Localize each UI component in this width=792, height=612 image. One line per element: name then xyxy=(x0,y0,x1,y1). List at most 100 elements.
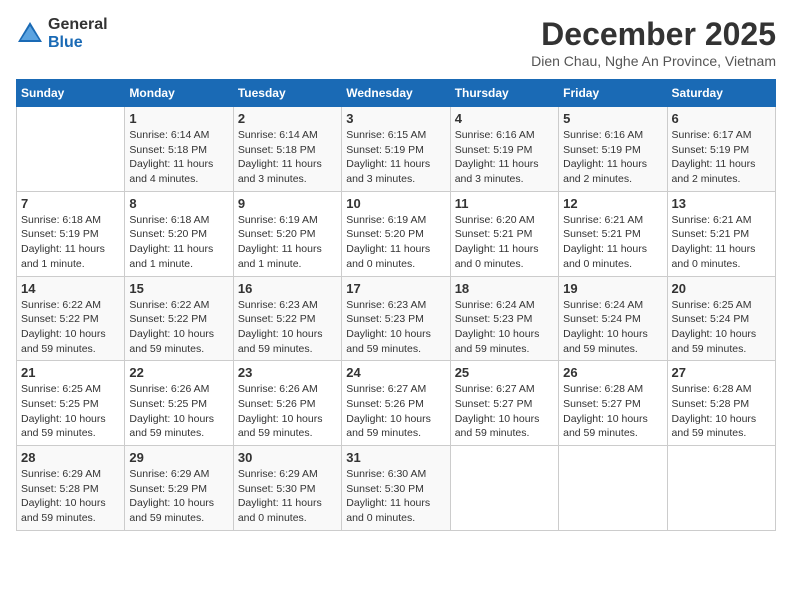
day-number: 14 xyxy=(21,281,120,296)
calendar-day-cell xyxy=(450,446,558,531)
day-info: Sunrise: 6:17 AMSunset: 5:19 PMDaylight:… xyxy=(672,128,771,187)
month-title: December 2025 xyxy=(531,16,776,53)
day-info: Sunrise: 6:18 AMSunset: 5:20 PMDaylight:… xyxy=(129,213,228,272)
day-info: Sunrise: 6:29 AMSunset: 5:29 PMDaylight:… xyxy=(129,467,228,526)
day-number: 10 xyxy=(346,196,445,211)
day-number: 20 xyxy=(672,281,771,296)
day-number: 24 xyxy=(346,365,445,380)
calendar-week-row: 7 Sunrise: 6:18 AMSunset: 5:19 PMDaylight… xyxy=(17,191,776,276)
day-number: 5 xyxy=(563,111,662,126)
day-info: Sunrise: 6:16 AMSunset: 5:19 PMDaylight:… xyxy=(563,128,662,187)
logo-blue-label: Blue xyxy=(48,34,108,52)
day-info: Sunrise: 6:26 AMSunset: 5:25 PMDaylight:… xyxy=(129,382,228,441)
calendar-week-row: 28 Sunrise: 6:29 AMSunset: 5:28 PMDayligh… xyxy=(17,446,776,531)
calendar-day-cell: 16 Sunrise: 6:23 AMSunset: 5:22 PMDayligh… xyxy=(233,276,341,361)
day-number: 15 xyxy=(129,281,228,296)
calendar-header-row: SundayMondayTuesdayWednesdayThursdayFrid… xyxy=(17,80,776,107)
page-header: General Blue December 2025 Dien Chau, Ng… xyxy=(16,16,776,69)
calendar-day-cell: 19 Sunrise: 6:24 AMSunset: 5:24 PMDayligh… xyxy=(559,276,667,361)
day-info: Sunrise: 6:28 AMSunset: 5:28 PMDaylight:… xyxy=(672,382,771,441)
day-number: 7 xyxy=(21,196,120,211)
logo-text: General Blue xyxy=(48,16,108,51)
day-info: Sunrise: 6:15 AMSunset: 5:19 PMDaylight:… xyxy=(346,128,445,187)
day-number: 23 xyxy=(238,365,337,380)
calendar-day-cell: 27Sunrise: 6:28 AMSunset: 5:28 PMDayligh… xyxy=(667,361,775,446)
day-info: Sunrise: 6:16 AMSunset: 5:19 PMDaylight:… xyxy=(455,128,554,187)
calendar-week-row: 14 Sunrise: 6:22 AMSunset: 5:22 PMDayligh… xyxy=(17,276,776,361)
calendar-day-cell xyxy=(17,107,125,192)
calendar-day-cell: 30 Sunrise: 6:29 AMSunset: 5:30 PMDayligh… xyxy=(233,446,341,531)
logo: General Blue xyxy=(16,16,108,51)
calendar-day-cell: 5 Sunrise: 6:16 AMSunset: 5:19 PMDaylight… xyxy=(559,107,667,192)
day-number: 29 xyxy=(129,450,228,465)
calendar-day-cell: 21Sunrise: 6:25 AMSunset: 5:25 PMDayligh… xyxy=(17,361,125,446)
logo-icon xyxy=(16,20,44,48)
calendar-day-cell: 7 Sunrise: 6:18 AMSunset: 5:19 PMDaylight… xyxy=(17,191,125,276)
calendar-day-cell: 3Sunrise: 6:15 AMSunset: 5:19 PMDaylight… xyxy=(342,107,450,192)
day-info: Sunrise: 6:24 AMSunset: 5:24 PMDaylight:… xyxy=(563,298,662,357)
calendar-day-cell: 26 Sunrise: 6:28 AMSunset: 5:27 PMDayligh… xyxy=(559,361,667,446)
day-number: 28 xyxy=(21,450,120,465)
day-info: Sunrise: 6:25 AMSunset: 5:25 PMDaylight:… xyxy=(21,382,120,441)
day-info: Sunrise: 6:22 AMSunset: 5:22 PMDaylight:… xyxy=(21,298,120,357)
day-info: Sunrise: 6:29 AMSunset: 5:28 PMDaylight:… xyxy=(21,467,120,526)
calendar-day-cell: 17Sunrise: 6:23 AMSunset: 5:23 PMDayligh… xyxy=(342,276,450,361)
calendar-day-cell xyxy=(667,446,775,531)
day-number: 1 xyxy=(129,111,228,126)
calendar-week-row: 1 Sunrise: 6:14 AMSunset: 5:18 PMDaylight… xyxy=(17,107,776,192)
day-number: 9 xyxy=(238,196,337,211)
weekday-header: Friday xyxy=(559,80,667,107)
day-number: 4 xyxy=(455,111,554,126)
day-number: 8 xyxy=(129,196,228,211)
title-section: December 2025 Dien Chau, Nghe An Provinc… xyxy=(531,16,776,69)
weekday-header: Sunday xyxy=(17,80,125,107)
day-info: Sunrise: 6:29 AMSunset: 5:30 PMDaylight:… xyxy=(238,467,337,526)
day-number: 16 xyxy=(238,281,337,296)
day-number: 25 xyxy=(455,365,554,380)
day-info: Sunrise: 6:22 AMSunset: 5:22 PMDaylight:… xyxy=(129,298,228,357)
calendar-day-cell: 8 Sunrise: 6:18 AMSunset: 5:20 PMDaylight… xyxy=(125,191,233,276)
calendar-day-cell: 29 Sunrise: 6:29 AMSunset: 5:29 PMDayligh… xyxy=(125,446,233,531)
day-info: Sunrise: 6:20 AMSunset: 5:21 PMDaylight:… xyxy=(455,213,554,272)
day-info: Sunrise: 6:30 AMSunset: 5:30 PMDaylight:… xyxy=(346,467,445,526)
day-number: 31 xyxy=(346,450,445,465)
day-number: 19 xyxy=(563,281,662,296)
day-number: 22 xyxy=(129,365,228,380)
day-info: Sunrise: 6:21 AMSunset: 5:21 PMDaylight:… xyxy=(563,213,662,272)
calendar-day-cell: 2Sunrise: 6:14 AMSunset: 5:18 PMDaylight… xyxy=(233,107,341,192)
day-number: 2 xyxy=(238,111,337,126)
calendar-day-cell xyxy=(559,446,667,531)
logo-general-label: General xyxy=(48,16,108,34)
calendar-day-cell: 18 Sunrise: 6:24 AMSunset: 5:23 PMDayligh… xyxy=(450,276,558,361)
day-info: Sunrise: 6:21 AMSunset: 5:21 PMDaylight:… xyxy=(672,213,771,272)
day-info: Sunrise: 6:24 AMSunset: 5:23 PMDaylight:… xyxy=(455,298,554,357)
calendar-day-cell: 12 Sunrise: 6:21 AMSunset: 5:21 PMDayligh… xyxy=(559,191,667,276)
calendar-day-cell: 20Sunrise: 6:25 AMSunset: 5:24 PMDayligh… xyxy=(667,276,775,361)
calendar-day-cell: 4 Sunrise: 6:16 AMSunset: 5:19 PMDaylight… xyxy=(450,107,558,192)
day-info: Sunrise: 6:28 AMSunset: 5:27 PMDaylight:… xyxy=(563,382,662,441)
calendar-day-cell: 28 Sunrise: 6:29 AMSunset: 5:28 PMDayligh… xyxy=(17,446,125,531)
calendar-table: SundayMondayTuesdayWednesdayThursdayFrid… xyxy=(16,79,776,531)
day-number: 11 xyxy=(455,196,554,211)
weekday-header: Monday xyxy=(125,80,233,107)
calendar-day-cell: 24 Sunrise: 6:27 AMSunset: 5:26 PMDayligh… xyxy=(342,361,450,446)
day-info: Sunrise: 6:14 AMSunset: 5:18 PMDaylight:… xyxy=(129,128,228,187)
day-info: Sunrise: 6:19 AMSunset: 5:20 PMDaylight:… xyxy=(346,213,445,272)
day-number: 26 xyxy=(563,365,662,380)
location-label: Dien Chau, Nghe An Province, Vietnam xyxy=(531,53,776,69)
day-info: Sunrise: 6:19 AMSunset: 5:20 PMDaylight:… xyxy=(238,213,337,272)
day-number: 30 xyxy=(238,450,337,465)
weekday-header: Thursday xyxy=(450,80,558,107)
day-info: Sunrise: 6:26 AMSunset: 5:26 PMDaylight:… xyxy=(238,382,337,441)
day-number: 12 xyxy=(563,196,662,211)
day-info: Sunrise: 6:18 AMSunset: 5:19 PMDaylight:… xyxy=(21,213,120,272)
day-info: Sunrise: 6:23 AMSunset: 5:22 PMDaylight:… xyxy=(238,298,337,357)
day-info: Sunrise: 6:27 AMSunset: 5:26 PMDaylight:… xyxy=(346,382,445,441)
day-number: 6 xyxy=(672,111,771,126)
weekday-header: Tuesday xyxy=(233,80,341,107)
calendar-day-cell: 9 Sunrise: 6:19 AMSunset: 5:20 PMDaylight… xyxy=(233,191,341,276)
calendar-day-cell: 11 Sunrise: 6:20 AMSunset: 5:21 PMDayligh… xyxy=(450,191,558,276)
day-number: 13 xyxy=(672,196,771,211)
day-number: 18 xyxy=(455,281,554,296)
day-info: Sunrise: 6:27 AMSunset: 5:27 PMDaylight:… xyxy=(455,382,554,441)
